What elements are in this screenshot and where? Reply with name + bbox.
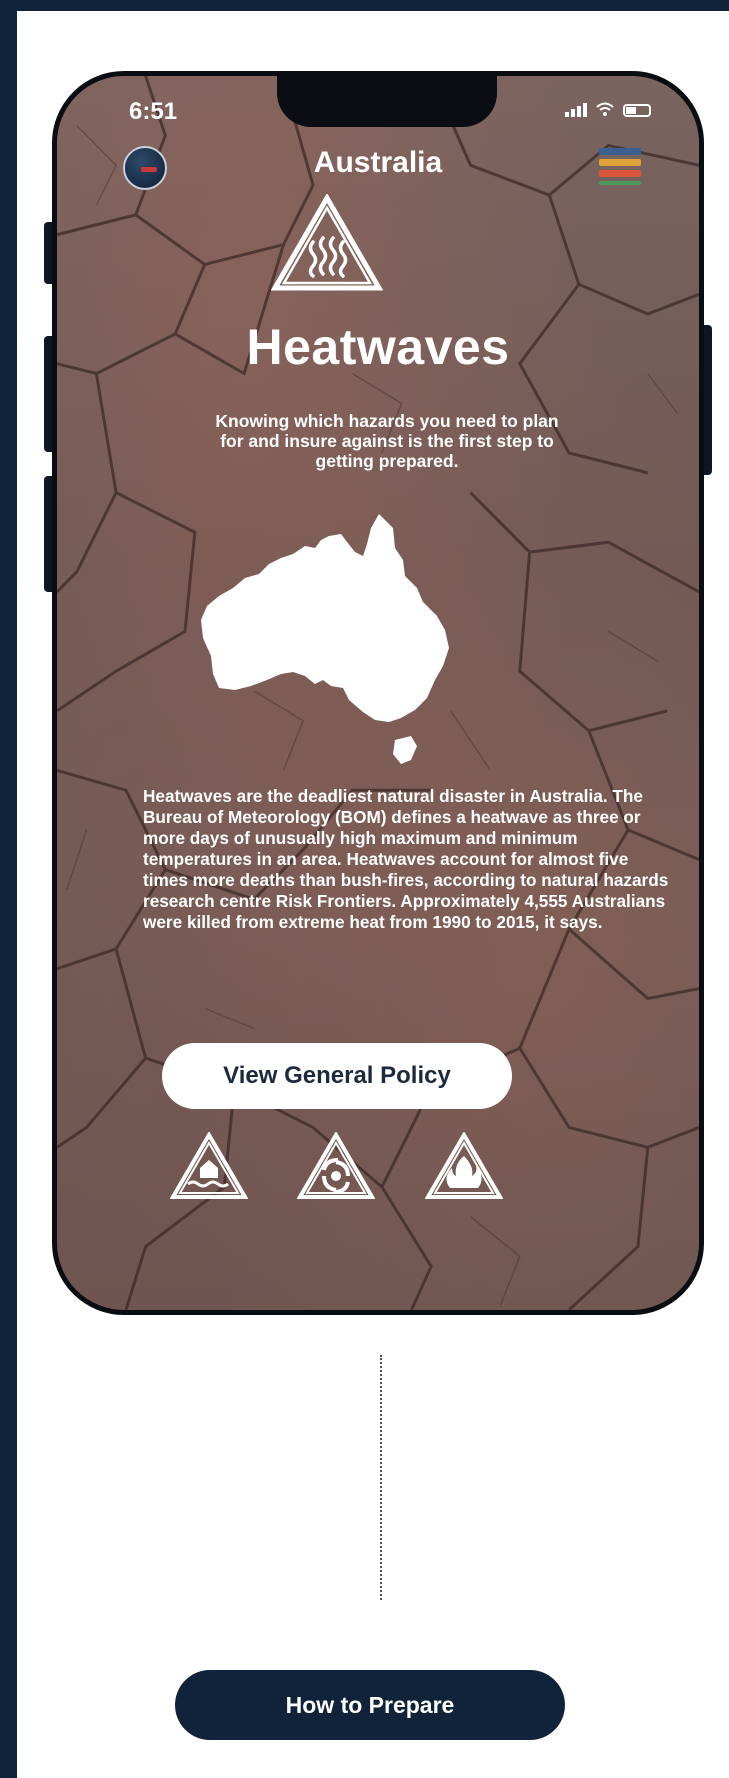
phone-notch	[277, 76, 497, 127]
phone-screen: 6:51 Australia Heatwaves Knowing which h…	[52, 71, 704, 1315]
wifi-icon	[596, 102, 614, 116]
australia-map	[201, 514, 449, 764]
connector-line	[380, 1355, 382, 1600]
frame-left-block	[0, 770, 17, 1778]
hazard-title: Heatwaves	[246, 319, 510, 375]
how-to-prepare-button[interactable]: How to Prepare	[175, 1670, 565, 1740]
menu-icon[interactable]	[599, 148, 641, 189]
hazard-description: Heatwaves are the deadliest natural disa…	[143, 786, 669, 932]
bushfire-warning-icon[interactable]	[425, 1132, 503, 1200]
heatwave-warning-icon	[271, 194, 383, 291]
flood-warning-icon[interactable]	[170, 1132, 248, 1200]
hazard-intro: Knowing which hazards you need to plan f…	[215, 411, 559, 471]
status-time: 6:51	[129, 98, 178, 125]
cyclone-warning-icon[interactable]	[297, 1132, 375, 1200]
frame-top-bar	[0, 0, 729, 11]
status-icons	[565, 102, 651, 117]
battery-icon	[623, 104, 651, 117]
view-general-policy-button[interactable]: View General Policy	[162, 1043, 512, 1109]
signal-icon	[565, 103, 587, 117]
